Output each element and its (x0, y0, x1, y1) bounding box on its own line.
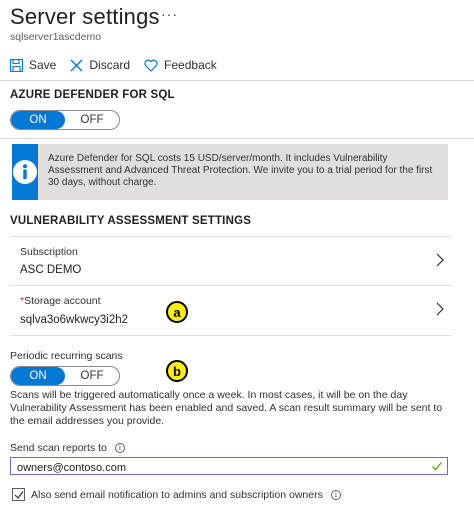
defender-heading: AZURE DEFENDER FOR SQL (10, 89, 175, 101)
defender-toggle-off[interactable]: OFF (65, 111, 119, 129)
save-label: Save (29, 58, 57, 72)
storage-account-value: sqlva3o6wkwcy3i2h2 (20, 314, 129, 326)
close-icon (70, 59, 83, 71)
chevron-right-icon (436, 253, 444, 267)
periodic-scans-toggle-on[interactable]: ON (11, 367, 65, 385)
periodic-scans-label: Periodic recurring scans (10, 350, 123, 362)
periodic-scans-toggle-off[interactable]: OFF (65, 367, 119, 385)
subscription-selector[interactable]: Subscription ASC DEMO (10, 236, 452, 286)
info-circle-icon[interactable]: i (114, 443, 125, 453)
more-options-button[interactable]: ··· (161, 6, 178, 22)
email-input[interactable] (11, 460, 411, 476)
send-reports-label: Send scan reports to (10, 442, 107, 454)
toolbar-divider (0, 80, 474, 81)
info-banner: Azure Defender for SQL costs 15 USD/serv… (12, 144, 448, 200)
storage-account-label-wrap: *Storage account (20, 295, 101, 307)
discard-label: Discard (89, 58, 131, 72)
subscription-value: ASC DEMO (20, 264, 82, 276)
info-circle-icon[interactable]: i (330, 489, 341, 500)
page-subtitle: sqlserver1ascdemo (10, 31, 102, 43)
section-divider (0, 138, 474, 139)
info-icon (12, 144, 38, 200)
email-field[interactable] (10, 457, 448, 476)
save-icon (10, 58, 23, 72)
periodic-scans-toggle[interactable]: ON OFF (10, 366, 120, 386)
va-heading: VULNERABILITY ASSESSMENT SETTINGS (10, 215, 252, 227)
periodic-scans-description: Scans will be triggered automatically on… (10, 389, 443, 427)
feedback-label: Feedback (164, 58, 217, 72)
checkmark-icon (432, 462, 442, 471)
page-title: Server settings (10, 4, 160, 29)
defender-toggle[interactable]: ON OFF (10, 110, 120, 130)
feedback-button[interactable]: Feedback (144, 58, 217, 72)
callout-badge-a: a (166, 301, 188, 323)
heart-icon (144, 59, 158, 72)
save-button[interactable]: Save (10, 58, 56, 72)
callout-badge-b: b (166, 360, 188, 382)
subscription-label: Subscription (20, 246, 78, 258)
storage-account-label: Storage account (24, 295, 101, 307)
command-bar: Save Discard Feedback (10, 56, 231, 74)
also-notify-label: Also send email notification to admins a… (31, 488, 323, 501)
info-banner-text: Azure Defender for SQL costs 15 USD/serv… (48, 153, 433, 188)
storage-account-selector[interactable]: *Storage account sqlva3o6wkwcy3i2h2 (10, 286, 452, 336)
also-notify-checkbox[interactable] (12, 488, 25, 501)
chevron-right-icon (436, 302, 444, 316)
discard-button[interactable]: Discard (70, 58, 130, 72)
also-notify-row: Also send email notification to admins a… (12, 488, 341, 501)
defender-toggle-on[interactable]: ON (11, 111, 65, 129)
checkbox-check-icon (14, 490, 23, 499)
send-reports-label-wrap: Send scan reports to i (10, 442, 125, 454)
